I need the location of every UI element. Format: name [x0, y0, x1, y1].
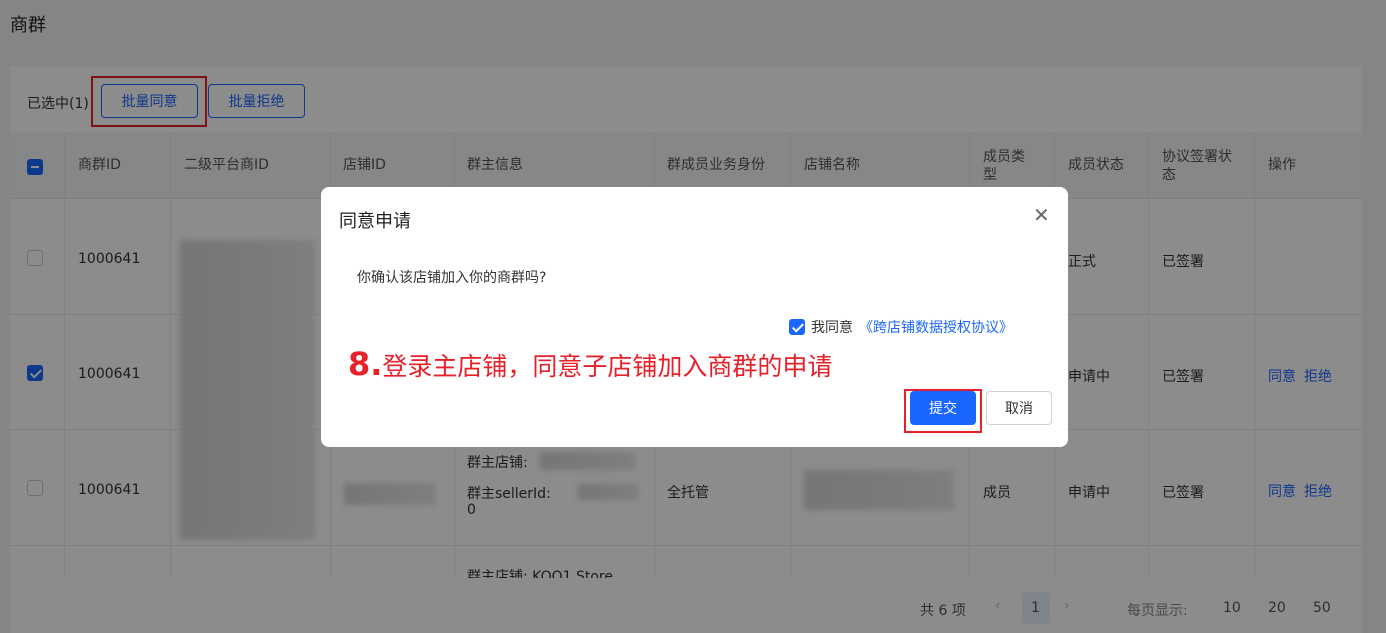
instruction-number: 8. — [348, 345, 383, 383]
dialog-title: 同意申请 — [339, 211, 411, 232]
close-icon[interactable]: ✕ — [1033, 203, 1050, 227]
instruction-annotation: 8.登录主店铺，同意子店铺加入商群的申请 — [348, 345, 832, 383]
submit-highlight — [904, 389, 982, 433]
agree-row: 我同意 《跨店铺数据授权协议》 — [789, 317, 1013, 337]
agree-text: 我同意 — [811, 320, 853, 336]
instruction-text: 登录主店铺，同意子店铺加入商群的申请 — [382, 352, 833, 381]
dialog-message: 你确认该店铺加入你的商群吗? — [357, 270, 547, 286]
agree-checkbox[interactable] — [789, 319, 805, 335]
agreement-link[interactable]: 《跨店铺数据授权协议》 — [859, 317, 1013, 337]
cancel-button[interactable]: 取消 — [986, 391, 1052, 425]
